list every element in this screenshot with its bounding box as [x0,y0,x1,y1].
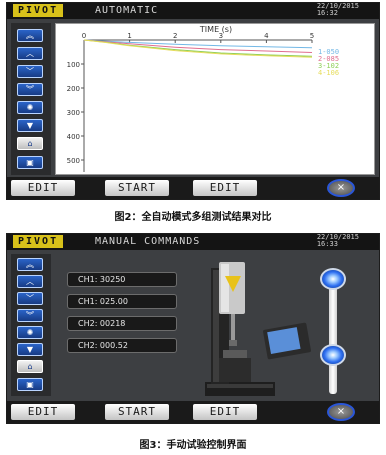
edit-button-right[interactable]: EDIT [193,180,257,196]
burst-button[interactable]: ✺ [17,326,43,339]
legend-entry-4-106: 4-106 [318,69,339,77]
jog-up-knob[interactable] [320,268,346,290]
nav-panel: ︽ ︿ ﹀ ︾ ✺ ▼ ⌂ ▣ [11,254,51,396]
probe-down-icon: ▼ [26,121,34,130]
nav-panel: ︽ ︿ ﹀ ︾ ✺ ▼ ⌂ ▣ [11,23,51,175]
burst-icon: ✺ [26,103,34,112]
ch1-value-readout: CH1: 025.00 [67,294,177,309]
x-tick-label: 1 [127,32,131,40]
jog-down-knob[interactable] [320,344,346,366]
home-button[interactable]: ⌂ [17,137,43,150]
figure-3-caption: 图3：手动试验控制界面 [139,440,247,451]
x-axis-label: TIME (s) [199,25,232,34]
menu-icon: ▣ [26,380,34,389]
date-time: 22/10/2015 16:33 [317,234,359,248]
y-tick-label: 500 [67,157,80,165]
top-bar: PIVOT MANUAL COMMANDS 22/10/2015 16:33 [7,234,379,250]
x-tick-label: 4 [264,32,269,40]
ch2-count-readout: CH2: 00218 [67,316,177,331]
menu-button[interactable]: ▣ [17,378,43,391]
figure-2-caption: 图2：全自动模式多组测试结果对比 [114,212,272,223]
manual-commands-screen: PIVOT MANUAL COMMANDS 22/10/2015 16:33 ︽… [6,233,380,424]
jog-slider-track[interactable] [329,272,337,394]
up-button[interactable]: ︿ [17,275,43,288]
bottom-bar: EDIT START EDIT × [7,401,379,423]
double-up-icon: ︽ [26,31,34,40]
close-button[interactable]: × [327,403,355,421]
menu-icon: ▣ [26,158,34,167]
time-text: 16:32 [316,9,338,17]
down-icon: ﹀ [26,294,34,303]
edit-button-left[interactable]: EDIT [11,180,75,196]
automatic-screen: PIVOT AUTOMATIC 22/10/2015 16:32 ︽ ︿ ﹀ ︾… [6,2,380,200]
pivot-logo: PIVOT [13,4,64,17]
double-up-icon: ︽ [26,260,34,269]
double-down-icon: ︾ [26,85,34,94]
burst-button[interactable]: ✺ [17,101,43,114]
close-button[interactable]: × [327,179,355,197]
test-stand-illustration [205,262,311,396]
y-tick-label: 200 [67,85,80,93]
pivot-logo: PIVOT [13,235,64,248]
close-icon: × [336,182,346,193]
home-button[interactable]: ⌂ [17,360,43,373]
down-button[interactable]: ﹀ [17,292,43,305]
down-button[interactable]: ﹀ [17,65,43,78]
start-button[interactable]: START [105,404,169,420]
double-down-icon: ︾ [26,311,34,320]
y-tick-label: 300 [67,109,80,117]
edit-button-right[interactable]: EDIT [193,404,257,420]
bottom-bar: EDIT START EDIT × [7,177,379,199]
y-tick-label: 400 [67,133,80,141]
home-icon: ⌂ [27,362,33,371]
time-text: 16:33 [316,240,338,248]
up-button[interactable]: ︿ [17,47,43,60]
ch2-value-readout: CH2: 000.52 [67,338,177,353]
double-down-button[interactable]: ︾ [17,83,43,96]
down-icon: ﹀ [26,67,34,76]
start-button[interactable]: START [105,180,169,196]
edit-button-left[interactable]: EDIT [11,404,75,420]
x-tick-label: 0 [82,32,86,40]
probe-down-icon: ▼ [26,345,34,354]
screen-title: MANUAL COMMANDS [95,236,201,247]
date-time: 22/10/2015 16:32 [317,3,359,17]
home-icon: ⌂ [27,139,33,148]
double-down-button[interactable]: ︾ [17,309,43,322]
burst-icon: ✺ [26,328,34,337]
x-tick-label: 2 [173,32,177,40]
top-bar: PIVOT AUTOMATIC 22/10/2015 16:32 [7,3,379,19]
up-icon: ︿ [26,277,34,286]
screen-title: AUTOMATIC [95,5,159,16]
y-tick-label: 100 [67,61,80,69]
probe-down-button[interactable]: ▼ [17,343,43,356]
results-chart: 0 1 2 3 4 5 100 200 300 400 500 1-050 2-085 3-102 4-1… [55,23,375,175]
menu-button[interactable]: ▣ [17,156,43,169]
double-up-button[interactable]: ︽ [17,29,43,42]
close-icon: × [336,406,346,417]
ch1-count-readout: CH1: 30250 [67,272,177,287]
chart-svg: 0 1 2 3 4 5100200300400500 1-0502-0853-1024-1… [67,25,339,172]
double-up-button[interactable]: ︽ [17,258,43,271]
x-tick-label: 5 [310,32,314,40]
probe-down-button[interactable]: ▼ [17,119,43,132]
up-icon: ︿ [26,49,34,58]
